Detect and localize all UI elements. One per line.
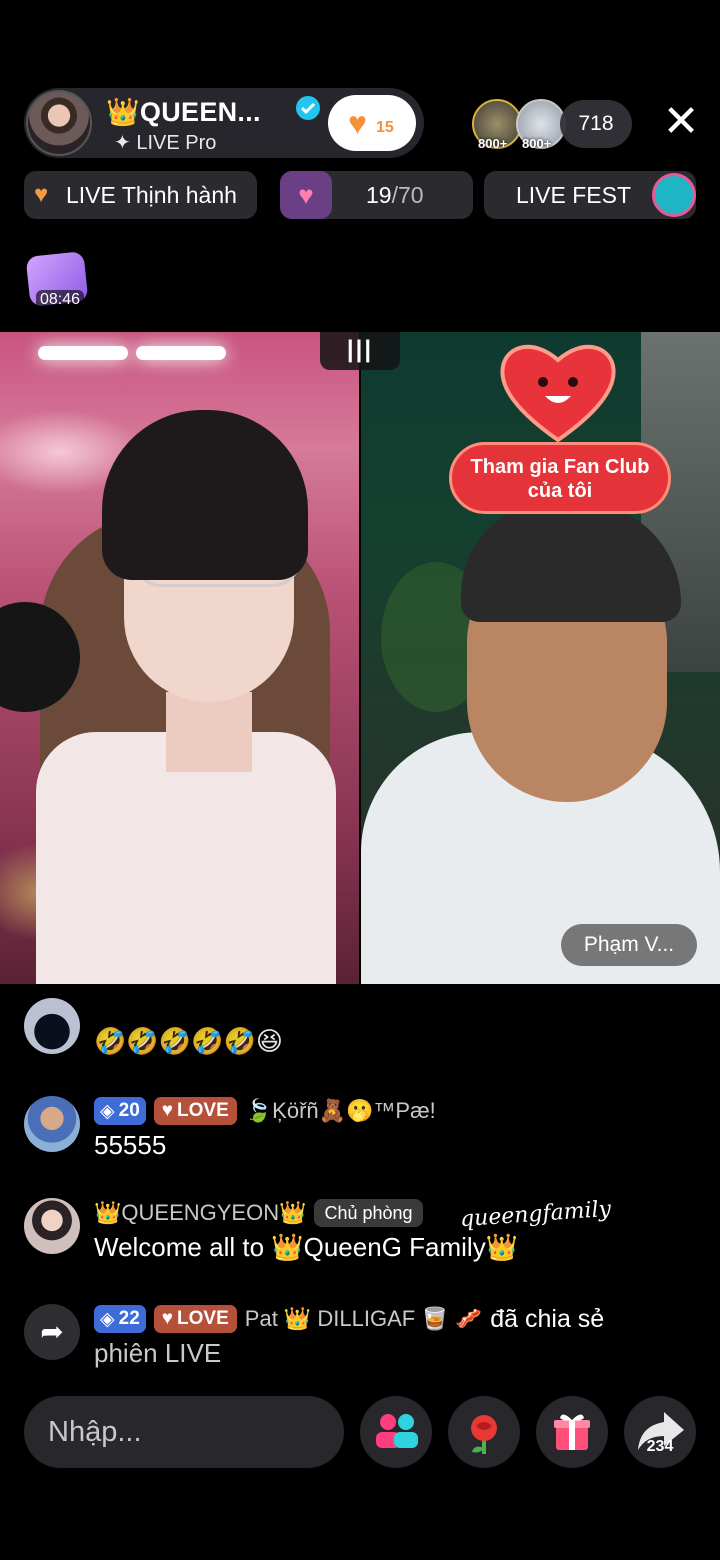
family-script-tag: queengfamily <box>459 1196 612 1233</box>
fan-level: 15 <box>376 119 394 136</box>
progress-current: 19 <box>366 182 392 208</box>
progress-text: 19/70 <box>366 171 424 219</box>
chat-username[interactable]: Pat 👑 DILLIGAF 🥃 🥓 <box>245 1306 482 1332</box>
chat-avatar[interactable] <box>24 998 80 1054</box>
chat-message: 🤣🤣🤣🤣🤣😆 <box>24 998 704 1058</box>
gift-button[interactable] <box>536 1396 608 1468</box>
chat-header: ◈ 20 ♥ LOVE 🍃Ķöřñ🧸🫢™Pæ! <box>94 1096 436 1126</box>
multi-guest-icon <box>376 1414 418 1448</box>
trending-label: LIVE Thịnh hành <box>66 182 237 208</box>
viewer-badge: 800+ <box>478 136 508 151</box>
guest-name-tag[interactable]: Phạm V... <box>561 924 697 966</box>
rose-gift-button[interactable] <box>448 1396 520 1468</box>
top-viewer-avatar-1[interactable]: 800+ <box>472 99 522 151</box>
live-pro-label: ✦ LIVE Pro <box>114 132 217 154</box>
top-viewer-avatar-2[interactable]: 800+ <box>516 99 566 151</box>
host-neck <box>166 692 252 772</box>
live-fest-label: LIVE FEST <box>516 182 632 208</box>
progress-total: /70 <box>391 182 424 208</box>
gift-timer: 08:46 <box>36 290 85 310</box>
fan-club-line2: của tôi <box>527 480 593 502</box>
chat-header: 👑QUEENGYEON👑 Chủ phòng <box>94 1198 423 1228</box>
chat-message: ◈ 20 ♥ LOVE 🍃Ķöřñ🧸🫢™Pæ! 55555 <box>24 1096 704 1166</box>
comment-input[interactable]: Nhập... <box>24 1396 344 1468</box>
audio-bars-icon[interactable]: ||| <box>320 332 400 370</box>
host-profile-pill[interactable]: 👑QUEEN... ✦ LIVE Pro ♥ 15 <box>24 88 424 158</box>
chat-username[interactable]: 👑QUEENGYEON👑 <box>94 1200 306 1226</box>
share-icon <box>638 1412 684 1450</box>
host-video[interactable] <box>0 332 359 984</box>
hands-heart-icon: ♥ <box>280 171 332 219</box>
love-label: LOVE <box>177 1100 229 1121</box>
broken-heart-icon: ♥ <box>34 181 49 208</box>
chat-username[interactable]: 🍃Ķöřñ🧸🫢™Pæ! <box>245 1098 436 1124</box>
multi-guest-button[interactable] <box>360 1396 432 1468</box>
chat-text: 🤣🤣🤣🤣🤣😆 <box>94 1026 283 1056</box>
level-badge: ◈ 22 <box>94 1305 146 1333</box>
host-beanie <box>102 410 308 580</box>
viewer-badge: 800+ <box>522 136 552 151</box>
live-fest-icon <box>652 173 696 217</box>
verified-icon <box>296 96 320 120</box>
live-fest-chip[interactable]: LIVE FEST <box>484 171 696 219</box>
love-badge: ♥ LOVE <box>153 1305 237 1333</box>
ceiling-light <box>38 346 128 360</box>
guest-video[interactable]: Tham gia Fan Club của tôi Phạm V... <box>361 332 720 984</box>
fan-club-sticker[interactable]: Tham gia Fan Club của tôi <box>447 332 673 516</box>
love-label: LOVE <box>177 1308 229 1329</box>
chat-header: ◈ 22 ♥ LOVE Pat 👑 DILLIGAF 🥃 🥓 đã chia sẻ <box>94 1304 604 1334</box>
ceiling-light <box>136 346 226 360</box>
share-count: 234 <box>646 1438 674 1455</box>
level-badge: ◈ 20 <box>94 1097 146 1125</box>
close-icon[interactable]: ✕ <box>660 100 702 146</box>
progress-chip[interactable]: ♥ 19/70 <box>280 171 473 219</box>
chat-avatar[interactable] <box>24 1198 80 1254</box>
trending-chip[interactable]: ♥ LIVE Thịnh hành <box>24 171 257 219</box>
love-badge: ♥ LOVE <box>153 1097 237 1125</box>
chat-avatar[interactable] <box>24 1096 80 1152</box>
rose-icon <box>471 1415 497 1454</box>
host-avatar[interactable] <box>26 90 92 156</box>
chat-message: ➦ ◈ 22 ♥ LOVE Pat 👑 DILLIGAF 🥃 🥓 đã chia s… <box>24 1304 704 1374</box>
gift-icon <box>554 1414 590 1450</box>
heart-icon: ♥ <box>348 105 367 141</box>
host-badge: Chủ phòng <box>314 1199 423 1227</box>
host-name: 👑QUEEN... <box>106 97 261 127</box>
viewer-count[interactable]: 718 <box>560 100 632 148</box>
chat-action: đã chia sẻ <box>490 1304 605 1333</box>
gift-box-timer[interactable]: 08:46 <box>24 250 92 312</box>
level-value: 22 <box>118 1308 140 1329</box>
level-value: 20 <box>118 1100 140 1121</box>
share-button[interactable]: 234 <box>624 1396 696 1468</box>
chat-message: 👑QUEENGYEON👑 Chủ phòng queengfamily Welc… <box>24 1196 704 1268</box>
comment-placeholder: Nhập... <box>48 1416 142 1448</box>
fan-club-line1: Tham gia Fan Club <box>470 456 650 478</box>
chat-text: phiên LIVE <box>94 1338 222 1368</box>
share-arrow-icon[interactable]: ➦ <box>24 1304 80 1360</box>
fan-club-button[interactable]: ♥ 15 <box>328 95 416 151</box>
chat-text: Welcome all to 👑QueenG Family👑 <box>94 1232 519 1262</box>
chat-text: 55555 <box>94 1130 167 1160</box>
heart-mascot-icon <box>500 344 616 443</box>
fan-club-banner: Tham gia Fan Club của tôi <box>449 442 671 514</box>
